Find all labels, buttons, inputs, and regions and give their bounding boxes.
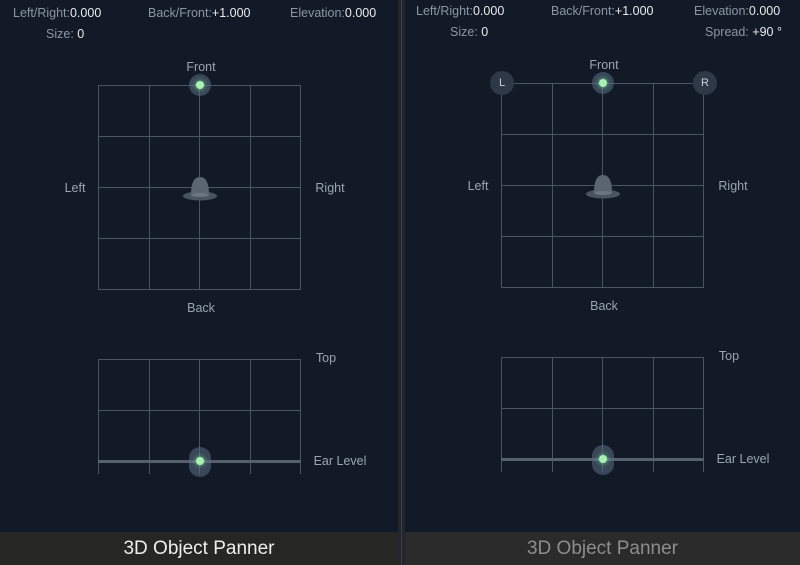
top-label: Top [315,351,337,365]
panel-title: 3D Object Panner [405,532,800,565]
listener-head-icon [586,175,620,199]
elevation-puck[interactable] [592,445,614,475]
listener-head-icon [183,177,217,201]
back-front-param[interactable]: Back/Front:+1.000 [551,4,654,18]
right-channel-marker[interactable]: R [693,71,717,95]
left-label: Left [64,181,86,195]
back-front-value[interactable]: +1.000 [212,6,251,20]
left-channel-marker[interactable]: L [490,71,514,95]
elevation-value[interactable]: 0.000 [749,4,780,18]
size-value[interactable]: 0 [481,25,488,39]
position-dot [196,81,204,89]
back-front-label: Back/Front: [148,6,212,20]
back-front-param[interactable]: Back/Front:+1.000 [148,6,251,20]
spread-param[interactable]: Spread: +90 ° [705,25,782,39]
elevation-value[interactable]: 0.000 [345,6,376,20]
size-param[interactable]: Size: 0 [46,27,84,41]
elevation-param[interactable]: Elevation:0.000 [694,4,780,18]
elevation-param[interactable]: Elevation:0.000 [290,6,376,20]
size-label: Size: [450,25,478,39]
elevation-label: Elevation: [694,4,749,18]
left-right-value[interactable]: 0.000 [70,6,101,20]
panel-divider [398,0,405,565]
left-right-value[interactable]: 0.000 [473,4,504,18]
front-label: Front [186,60,216,74]
spread-label: Spread: [705,25,749,39]
size-param[interactable]: Size: 0 [450,25,488,39]
left-label: Left [467,179,489,193]
elevation-label: Elevation: [290,6,345,20]
spread-value[interactable]: +90 ° [752,25,782,39]
elevation-puck[interactable] [189,447,211,477]
panner-panel-left: Left/Right:0.000 Back/Front:+1.000 Eleva… [0,0,398,565]
back-front-label: Back/Front: [551,4,615,18]
elevation-dot [599,455,607,463]
left-right-param[interactable]: Left/Right:0.000 [13,6,101,20]
front-label: Front [589,58,619,72]
ear-level-label: Ear Level [716,452,770,466]
left-right-label: Left/Right: [416,4,473,18]
left-right-label: Left/Right: [13,6,70,20]
position-puck[interactable] [592,72,614,94]
top-label: Top [718,349,740,363]
panel-title: 3D Object Panner [0,532,398,565]
elevation-dot [196,457,204,465]
right-label: Right [718,179,748,193]
back-front-value[interactable]: +1.000 [615,4,654,18]
panner-panel-right: Left/Right:0.000 Back/Front:+1.000 Eleva… [405,0,800,565]
right-label: Right [315,181,345,195]
size-label: Size: [46,27,74,41]
size-value[interactable]: 0 [77,27,84,41]
back-label: Back [187,301,215,315]
position-puck[interactable] [189,74,211,96]
left-right-param[interactable]: Left/Right:0.000 [416,4,504,18]
back-label: Back [590,299,618,313]
ear-level-label: Ear Level [313,454,367,468]
position-dot [599,79,607,87]
